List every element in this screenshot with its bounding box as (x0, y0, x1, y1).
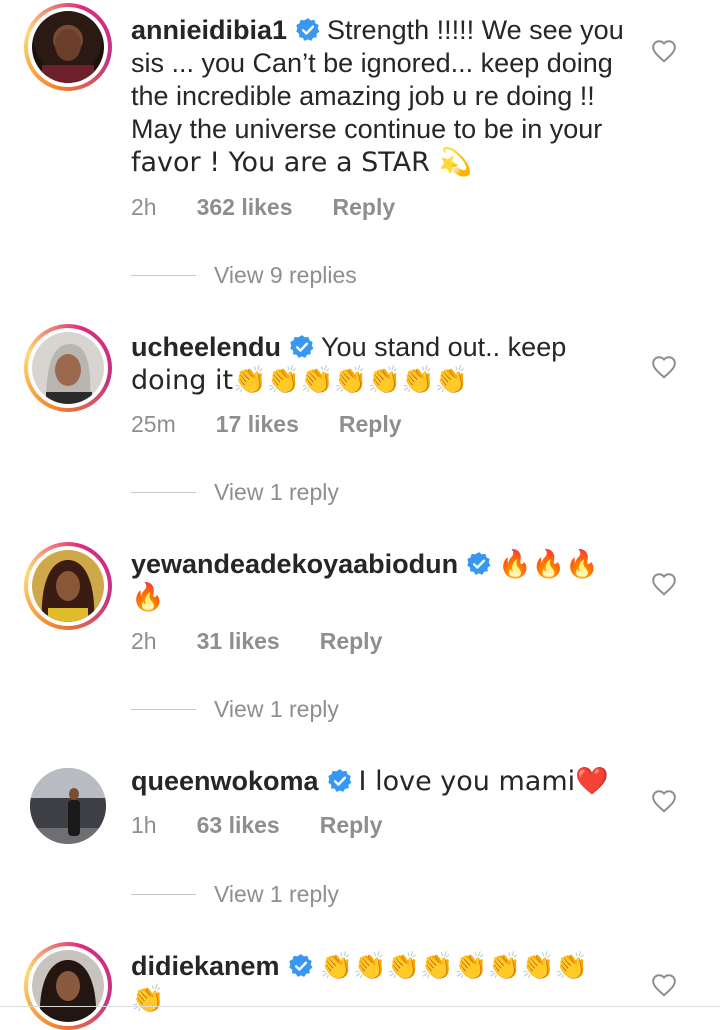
heart-outline-icon[interactable] (651, 572, 677, 596)
view-replies-button[interactable]: View 1 reply (131, 696, 339, 723)
view-replies-label: View 1 reply (214, 881, 339, 907)
comment-text-line: 👏 (131, 984, 165, 1015)
username[interactable]: ucheelendu (131, 332, 281, 362)
verified-badge-icon (467, 552, 491, 575)
divider (131, 894, 196, 895)
reply-button[interactable]: Reply (320, 812, 383, 839)
view-replies-button[interactable]: View 1 reply (131, 881, 339, 908)
avatar[interactable] (24, 542, 112, 630)
comment-body: ucheelendu You stand out.. keep doing it👏… (131, 331, 631, 397)
comment-time: 1h (131, 812, 157, 838)
comment-text-line: You stand out.. keep (321, 332, 567, 362)
comment-text-line: Strength !!!!! We see you (327, 15, 624, 45)
heart-outline-icon[interactable] (651, 789, 677, 813)
comment-time: 2h (131, 628, 157, 654)
reply-button[interactable]: Reply (339, 411, 402, 438)
view-replies-button[interactable]: View 9 replies (131, 262, 357, 289)
comment-text-line: doing it👏👏👏👏👏👏👏 (131, 365, 469, 396)
reply-button[interactable]: Reply (333, 194, 396, 221)
divider (0, 1006, 720, 1007)
reply-button[interactable]: Reply (320, 628, 383, 655)
avatar-photo (30, 768, 106, 844)
comment-text-line: May the universe continue to be in your (131, 114, 603, 144)
comment-text-line: 🔥 (131, 582, 165, 613)
comment-body: queenwokoma I love you mami❤️ (131, 765, 631, 798)
heart-outline-icon[interactable] (651, 39, 677, 63)
comment-text-line: 🔥🔥🔥 (498, 549, 599, 580)
avatar[interactable] (24, 942, 112, 1030)
comment-text-line: favor ! You are a STAR 💫 (131, 147, 473, 178)
avatar[interactable] (24, 762, 112, 850)
avatar-photo (39, 960, 97, 1022)
verified-badge-icon (327, 769, 352, 792)
heart-outline-icon[interactable] (651, 973, 677, 997)
comment-meta: 2h 362 likes Reply (131, 194, 435, 221)
verified-badge-icon (288, 954, 313, 977)
divider (131, 492, 196, 493)
username[interactable]: annieidibia1 (131, 15, 287, 45)
comment-text-line: the incredible amazing job u re doing !! (131, 81, 595, 111)
comment-text-line: I love you mami❤️ (358, 766, 609, 797)
comment-body: yewandeadekoyaabiodun 🔥🔥🔥 🔥 (131, 548, 631, 614)
comment-body: annieidibia1 Strength !!!!! We see you si… (131, 14, 631, 179)
avatar-photo (41, 560, 95, 622)
username[interactable]: yewandeadekoyaabiodun (131, 549, 458, 579)
avatar-photo (46, 344, 92, 404)
comment-time: 2h (131, 194, 157, 220)
view-replies-button[interactable]: View 1 reply (131, 479, 339, 506)
divider (131, 709, 196, 710)
like-count[interactable]: 17 likes (216, 411, 299, 438)
verified-badge-icon (296, 18, 320, 41)
comment-text-line: 👏👏👏👏👏👏👏👏 (319, 951, 589, 982)
avatar[interactable] (24, 324, 112, 412)
comment-text-line: sis ... you Can’t be ignored... keep doi… (131, 48, 613, 78)
comment-time: 25m (131, 411, 176, 437)
avatar-photo (42, 29, 94, 83)
avatar[interactable] (24, 3, 112, 91)
like-count[interactable]: 31 likes (197, 628, 280, 655)
like-count[interactable]: 63 likes (197, 812, 280, 839)
comment-meta: 2h 31 likes Reply (131, 628, 422, 655)
heart-outline-icon[interactable] (651, 355, 677, 379)
username[interactable]: didiekanem (131, 951, 280, 981)
view-replies-label: View 9 replies (214, 262, 357, 288)
comment-meta: 1h 63 likes Reply (131, 812, 422, 839)
verified-badge-icon (290, 335, 314, 358)
username[interactable]: queenwokoma (131, 766, 319, 796)
divider (131, 275, 196, 276)
view-replies-label: View 1 reply (214, 696, 339, 722)
like-count[interactable]: 362 likes (197, 194, 293, 221)
comment-meta: 25m 17 likes Reply (131, 411, 442, 438)
view-replies-label: View 1 reply (214, 479, 339, 505)
